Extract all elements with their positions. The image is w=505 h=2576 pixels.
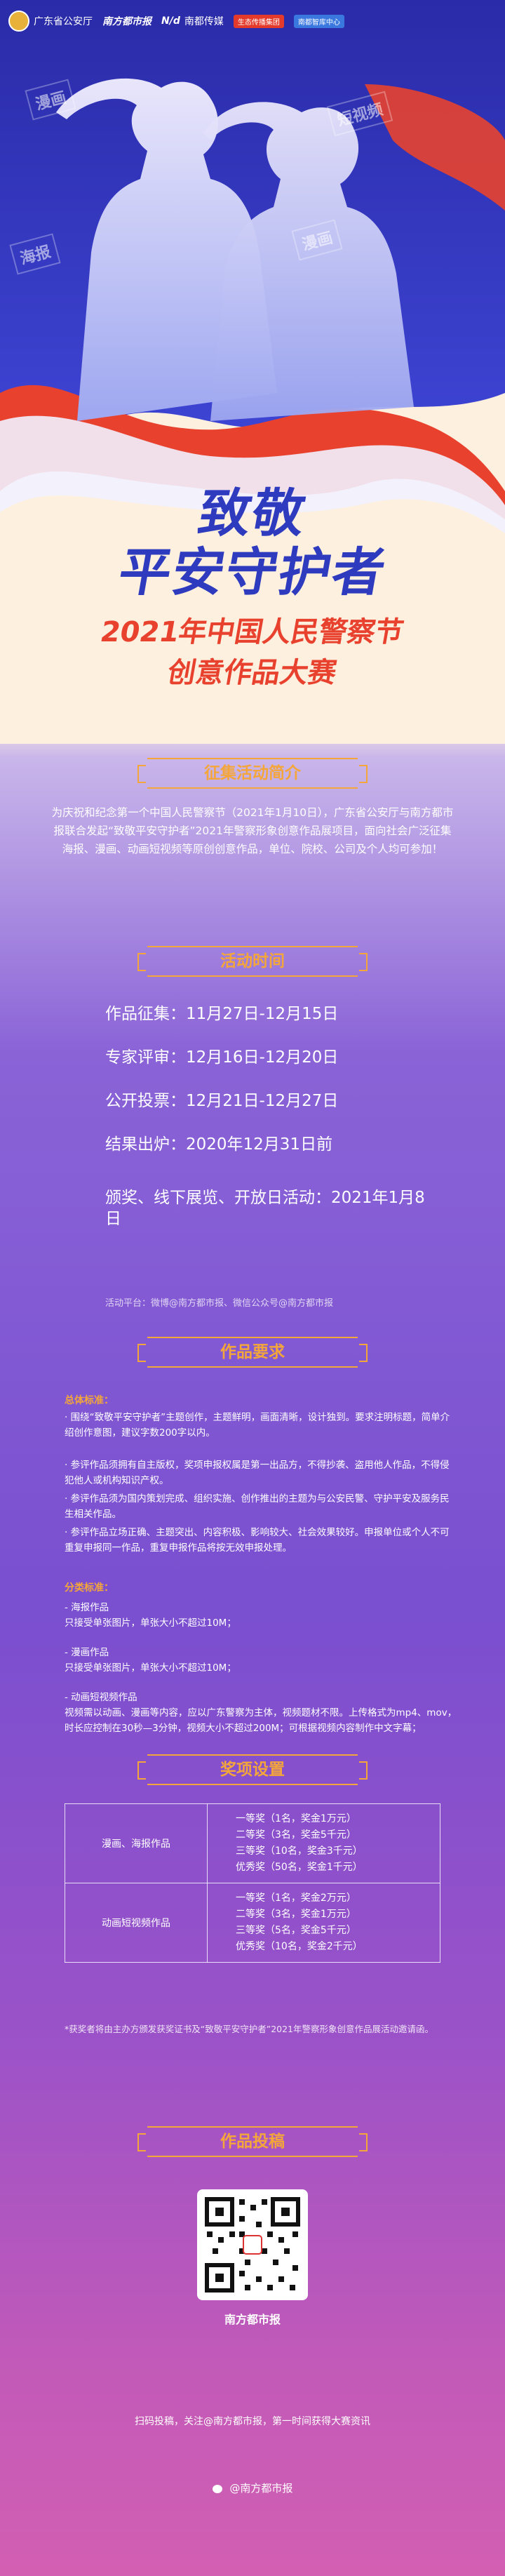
partner-badge-blue: 南都智库中心 xyxy=(293,14,344,28)
category-item: 只接受单张图片，单张大小不超过10M； xyxy=(65,1662,236,1674)
table-row: 漫画、海报作品 一等奖（1名，奖金1万元） 二等奖（3名，奖金5千元） 三等奖（… xyxy=(65,1803,440,1883)
qr-code-icon xyxy=(205,2197,300,2293)
award-item: 优秀奖（50名，奖金1千元） xyxy=(236,1862,363,1873)
nanfang-logo-label: 南方都市报 xyxy=(102,16,152,27)
section-title-schedule-label: 活动时间 xyxy=(220,952,285,970)
bracket-left xyxy=(137,765,146,783)
section-title-awards: 奖项设置 xyxy=(137,1754,368,1785)
ndmedia-logo-label: 南都传媒 xyxy=(184,16,224,27)
poster: 广东省公安厅 南方都市报 N/d 南都传媒 生态传播集团 南都智库中心 漫画 短… xyxy=(0,0,505,2576)
section-title-submit: 作品投稿 xyxy=(137,2126,368,2157)
category-item: - 海报作品 xyxy=(65,1602,109,1613)
section-title-schedule: 活动时间 xyxy=(137,946,368,977)
requirements-categories-heading: 分类标准： xyxy=(65,1582,114,1594)
schedule-item: 作品征集：11月27日-12月15日 xyxy=(105,1005,339,1023)
police-logo-label: 广东省公安厅 xyxy=(34,16,93,27)
section-title-requirements-label: 作品要求 xyxy=(220,1343,285,1361)
title-line-4: 创意作品大赛 xyxy=(165,657,339,689)
weibo-icon xyxy=(212,2484,222,2493)
award-item: 二等奖（3名，奖金1万元） xyxy=(236,1909,356,1920)
partner-logo-bar: 广东省公安厅 南方都市报 N/d 南都传媒 生态传播集团 南都智库中心 xyxy=(0,0,505,42)
nanfang-logo: 南方都市报 xyxy=(102,14,152,28)
schedule-item: 结果出炉：2020年12月31日前 xyxy=(105,1135,333,1154)
qr-code[interactable] xyxy=(197,2189,308,2300)
awards-note: *获奖者将由主办方颁发获奖证书及“致敬平安守护者”2021年警察形象创意作品展活… xyxy=(65,2024,434,2034)
schedule-item: 公开投票：12月21日-12月27日 xyxy=(105,1092,339,1110)
hero-banner: 广东省公安厅 南方都市报 N/d 南都传媒 生态传播集团 南都智库中心 漫画 短… xyxy=(0,0,505,744)
award-category: 动画短视频作品 xyxy=(65,1883,208,1963)
category-item: 视频需以动画、漫画等内容，应以广东警察为主体，视频题材不限。上传格式为mp4、m… xyxy=(65,1707,457,1734)
bracket-right xyxy=(359,2133,368,2151)
bracket-right xyxy=(359,1761,368,1780)
poster-title: 致敬 平安守护者 2021年中国人民警察节 创意作品大赛 xyxy=(0,483,505,690)
schedule-item: 专家评审：12月16日-12月20日 xyxy=(105,1048,339,1067)
award-item: 一等奖（1名，奖金2万元） xyxy=(236,1893,356,1904)
bracket-left xyxy=(137,1761,146,1780)
scan-instructions: 扫码投稿，关注@南方都市报，第一时间获得大赛资讯 xyxy=(135,2416,370,2427)
weibo-handle: @南方都市报 xyxy=(229,2482,293,2495)
award-item: 三等奖（5名，奖金5千元） xyxy=(236,1925,356,1936)
awards-table: 漫画、海报作品 一等奖（1名，奖金1万元） 二等奖（3名，奖金5千元） 三等奖（… xyxy=(65,1803,440,1963)
section-title-intro-label: 征集活动简介 xyxy=(204,764,301,782)
bracket-left xyxy=(137,953,146,971)
category-item: - 漫画作品 xyxy=(65,1647,109,1658)
activity-platform: 活动平台：微博@南方都市报、微信公众号@南方都市报 xyxy=(105,1298,334,1309)
requirement-item: · 参评作品须拥有自主版权，奖项申报权属是第一出品方，不得抄袭、盗用他人作品，不… xyxy=(65,1460,450,1486)
requirement-item: · 参评作品立场正确、主题突出、内容积极、影响较大、社会效果较好。申报单位或个人… xyxy=(65,1527,450,1554)
bracket-left xyxy=(137,2133,146,2151)
award-item: 一等奖（1名，奖金1万元） xyxy=(236,1813,356,1824)
section-title-awards-label: 奖项设置 xyxy=(220,1761,285,1779)
section-title-requirements: 作品要求 xyxy=(137,1337,368,1368)
section-title-intro: 征集活动简介 xyxy=(137,758,368,789)
requirement-item: · 围绕“致敬平安守护者”主题创作，主题鲜明，画面清晰，设计独到。要求注明标题，… xyxy=(65,1412,450,1439)
nd-icon: N/d xyxy=(161,15,180,27)
bracket-right xyxy=(359,765,368,783)
police-badge-icon xyxy=(8,11,29,32)
bracket-right xyxy=(359,1344,368,1362)
award-list: 一等奖（1名，奖金1万元） 二等奖（3名，奖金5千元） 三等奖（10名，奖金3千… xyxy=(207,1803,440,1883)
qr-caption: 南方都市报 xyxy=(224,2313,281,2326)
weibo-watermark: @南方都市报 xyxy=(0,2481,505,2495)
partner-badge-red: 生态传播集团 xyxy=(233,14,284,28)
schedule-item: 颁奖、线下展览、开放日活动：2021年1月8日 xyxy=(105,1189,425,1228)
requirements-general-heading: 总体标准： xyxy=(65,1395,114,1406)
title-line-1: 致敬 xyxy=(194,483,311,544)
award-item: 二等奖（3名，奖金5千元） xyxy=(236,1829,356,1841)
police-logo: 广东省公安厅 xyxy=(8,11,93,32)
table-row: 动画短视频作品 一等奖（1名，奖金2万元） 二等奖（3名，奖金1万元） 三等奖（… xyxy=(65,1883,440,1963)
ndmedia-logo: N/d 南都传媒 xyxy=(161,14,224,28)
award-item: 三等奖（10名，奖金3千元） xyxy=(236,1846,363,1857)
award-list: 一等奖（1名，奖金2万元） 二等奖（3名，奖金1万元） 三等奖（5名，奖金5千元… xyxy=(207,1883,440,1963)
award-category: 漫画、海报作品 xyxy=(65,1803,208,1883)
title-line-2: 平安守护者 xyxy=(114,542,391,603)
category-item: 只接受单张图片，单张大小不超过10M； xyxy=(65,1617,236,1629)
title-line-3: 2021年中国人民警察节 xyxy=(97,616,407,648)
category-item: - 动画短视频作品 xyxy=(65,1692,137,1703)
section-title-submit-label: 作品投稿 xyxy=(220,2133,285,2151)
bracket-left xyxy=(137,1344,146,1362)
bracket-right xyxy=(359,953,368,971)
requirement-item: · 参评作品须为国内策划完成、组织实施、创作推出的主题为与公安民警、守护平安及服… xyxy=(65,1493,450,1520)
intro-paragraph: 为庆祝和纪念第一个中国人民警察节（2021年1月10日），广东省公安厅与南方都市… xyxy=(51,806,454,855)
award-item: 优秀奖（10名，奖金2千元） xyxy=(236,1941,363,1952)
